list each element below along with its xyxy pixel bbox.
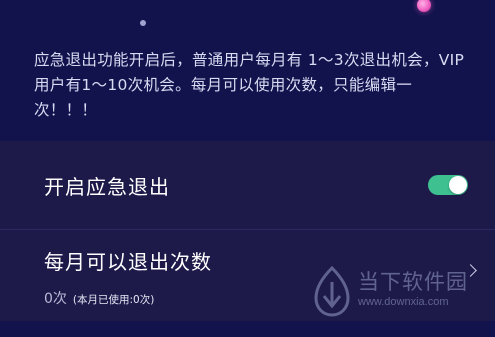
emergency-exit-notice: 应急退出功能开启后，普通用户每月有 1～3次退出机会，VIP用户有1～10次机会… — [34, 51, 465, 119]
monthly-exits-value: 0次 (本月已使用:0次) — [44, 288, 154, 308]
emergency-exit-label: 开启应急退出 — [44, 175, 170, 199]
decor-dot — [140, 20, 146, 26]
header-area: 应急退出功能开启后，普通用户每月有 1～3次退出机会，VIP用户有1～10次机会… — [0, 0, 495, 141]
watermark-name: 当下软件园 — [358, 270, 468, 294]
monthly-exits-count: 0次 — [44, 291, 67, 307]
watermark: 当下软件园 www.downxia.com — [310, 262, 490, 322]
emergency-exit-toggle[interactable] — [428, 175, 468, 195]
monthly-exits-title: 每月可以退出次数 — [44, 250, 212, 274]
watermark-url: www.downxia.com — [358, 296, 449, 308]
toggle-knob — [449, 176, 467, 194]
decor-pink-dot — [417, 0, 431, 12]
emergency-exit-row: 开启应急退出 — [0, 141, 495, 229]
monthly-exits-used: (本月已使用:0次) — [72, 294, 155, 306]
watermark-logo-icon — [314, 266, 350, 317]
footer-strip — [0, 321, 495, 337]
